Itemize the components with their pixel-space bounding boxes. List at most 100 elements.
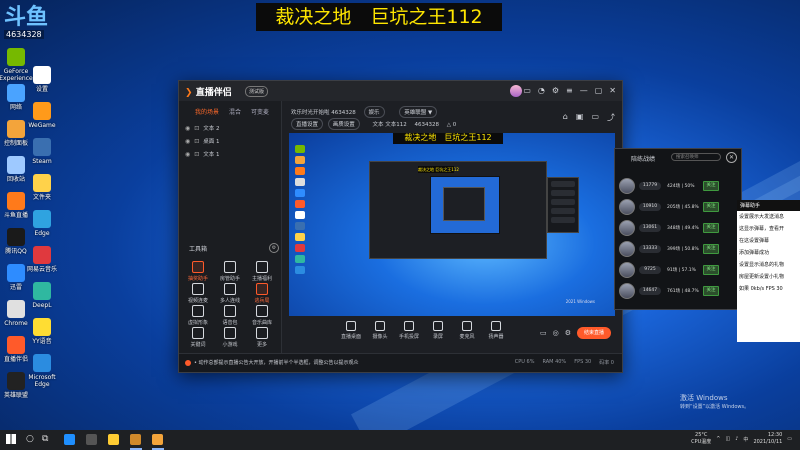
search-icon[interactable]: ○ <box>26 434 34 444</box>
follow-button[interactable]: 关注 <box>703 265 719 275</box>
user-avatar[interactable] <box>510 85 522 97</box>
tool-item[interactable]: 房管助手 <box>215 261 245 282</box>
tool-item[interactable]: 逃兵局 <box>247 283 277 304</box>
close-icon[interactable]: ✕ <box>726 152 737 163</box>
room-title[interactable]: 欢乐时光开始啦 4634328 <box>291 110 356 116</box>
tool-item[interactable]: 音乐曲库 <box>247 305 277 326</box>
rank-window[interactable]: 陪练战绩 搜索召唤师 ✕ 11779 424场 | 50% 关注 10910 205场 … <box>614 148 742 310</box>
tool-item[interactable]: 关键词 <box>183 327 213 348</box>
tool-item[interactable]: 虚拟形象 <box>183 305 213 326</box>
ime-icon[interactable]: 中 <box>743 436 748 443</box>
rank-row: 13333 399场 | 50.8% 关注 <box>619 240 737 258</box>
tool-icon <box>256 261 268 273</box>
tool-label: 视频连麦 <box>187 298 208 304</box>
rank-score: 14647 <box>639 287 661 295</box>
eye-icon[interactable]: ◉ <box>185 138 190 145</box>
quality-settings-button[interactable]: 画质设置 <box>327 118 360 130</box>
tool-item[interactable]: 小游戏 <box>215 327 245 348</box>
minimize-icon[interactable]: — <box>580 86 588 95</box>
screen-icon[interactable]: ▭ <box>591 112 599 123</box>
tab-1[interactable]: 混合 <box>229 107 241 116</box>
stream-preview[interactable]: 裁决之地 巨坑之王112 裁决之地 巨坑之王112 2021 Windows <box>289 133 615 316</box>
follow-button[interactable]: 关注 <box>703 244 719 254</box>
tool-item[interactable]: 语音包 <box>215 305 245 326</box>
tool-item[interactable]: 主播福利 <box>247 261 277 282</box>
source-button[interactable]: 录屏 <box>424 321 452 340</box>
rank-search-input[interactable]: 搜索召唤师 <box>671 153 721 161</box>
layout-icon[interactable]: ▭ <box>540 329 547 337</box>
network-icon[interactable]: ◫ <box>725 436 730 442</box>
desktop-icon[interactable]: Microsoft Edge <box>20 354 64 388</box>
category-select[interactable]: 英雄联盟 ▼ <box>399 106 438 118</box>
source-button[interactable]: 麦克风 <box>453 321 481 340</box>
message-icon[interactable]: ▭ <box>523 86 531 95</box>
follow-button[interactable]: 关注 <box>703 202 719 212</box>
room-tag[interactable]: 娱乐 <box>363 106 385 118</box>
weather-widget[interactable]: 25°C CPU温度 <box>691 432 711 446</box>
source-button[interactable]: 摄像头 <box>366 321 394 340</box>
desktop-icon[interactable]: 网易云音乐 <box>20 246 64 273</box>
windows-start-icon[interactable] <box>6 434 16 444</box>
volume-icon[interactable]: ♪ <box>735 436 738 442</box>
eye-icon[interactable]: ◎ <box>553 329 559 337</box>
desktop-icon[interactable]: YY语音 <box>20 318 64 345</box>
eye-icon[interactable]: ◉ <box>185 125 190 132</box>
taskbar-app-icon[interactable] <box>64 434 75 445</box>
bell-icon[interactable]: ◔ <box>538 86 545 95</box>
taskbar-app-icon[interactable] <box>86 434 97 445</box>
scene-item[interactable]: ◉ ⊡ 文本 1 <box>185 149 220 159</box>
tool-label: 逃兵局 <box>254 298 270 304</box>
source-button[interactable]: 手机投屏 <box>395 321 423 340</box>
lock-icon[interactable]: ⊡ <box>194 151 199 158</box>
maximize-icon[interactable]: ▢ <box>595 86 603 95</box>
live-companion-window[interactable]: ❯ 直播伴侣 测试版 ▭ ◔ ⚙ ≡ — ▢ ✕ 我的场景 混合 可变麦 ◉ ⊡ 文本 … <box>178 80 623 373</box>
tray-chevron-icon[interactable]: ^ <box>716 436 720 442</box>
notice-text[interactable]: • 动作总部提示直播公告大开放，开播前半个半选框，调整公告以提示观众 <box>185 359 359 366</box>
clock[interactable]: 12:30 2021/10/11 <box>753 432 782 446</box>
lock-icon[interactable]: ⊡ <box>194 138 199 145</box>
gift-icon[interactable]: ▣ <box>576 112 584 123</box>
desktop-icon[interactable]: 文件夹 <box>20 174 64 201</box>
source-button[interactable]: 扬声器 <box>482 321 510 340</box>
chat-window[interactable]: 弹幕助手 设置展示大发送消息 这显示弹幕，查看开 在这设置弹幕 添加弹幕成功 设置显示消… <box>737 200 800 342</box>
tab-0[interactable]: 我的场景 <box>195 107 219 116</box>
toolbox-settings-icon[interactable]: ⚙ <box>269 243 279 253</box>
follow-button[interactable]: 关注 <box>703 286 719 296</box>
desktop-icon[interactable]: 设置 <box>20 66 64 93</box>
tool-label: 房管助手 <box>219 276 240 282</box>
taskbar-app-icon[interactable] <box>152 434 163 445</box>
preview-nested-window: 裁决之地 巨坑之王112 <box>369 161 547 259</box>
task-view-icon[interactable]: ⧉ <box>42 434 48 444</box>
menu-icon[interactable]: ≡ <box>566 86 573 95</box>
share-icon[interactable]: ⤴ <box>607 112 615 123</box>
eye-icon[interactable]: ◉ <box>185 151 190 158</box>
lock-icon[interactable]: ⊡ <box>194 125 199 132</box>
settings-icon[interactable]: ⚙ <box>552 86 559 95</box>
taskbar-app-icon[interactable] <box>130 434 141 445</box>
live-settings-button[interactable]: 直播设置 <box>291 118 324 130</box>
tool-item[interactable]: 更多 <box>247 327 277 348</box>
titlebar[interactable]: ❯ 直播伴侣 测试版 ▭ ◔ ⚙ ≡ — ▢ ✕ <box>179 81 622 101</box>
desktop-icon[interactable]: WeGame <box>20 102 64 129</box>
shop-icon[interactable]: ⌂ <box>563 112 568 123</box>
follow-button[interactable]: 关注 <box>703 181 719 191</box>
tool-item[interactable]: 视频连麦 <box>183 283 213 304</box>
taskbar: ○ ⧉ 25°C CPU温度 ^ ◫ ♪ 中 12:30 2021/10/11 … <box>0 430 800 450</box>
desktop-icon[interactable]: Steam <box>20 138 64 165</box>
gear-icon[interactable]: ⚙ <box>565 329 571 337</box>
desktop-icon[interactable]: DeepL <box>20 282 64 309</box>
desktop-icon[interactable]: Edge <box>20 210 64 237</box>
scene-item[interactable]: ◉ ⊡ 文本 2 <box>185 123 220 133</box>
tool-item[interactable]: 多人连线 <box>215 283 245 304</box>
taskbar-app-icon[interactable] <box>108 434 119 445</box>
follow-button[interactable]: 关注 <box>703 223 719 233</box>
close-icon[interactable]: ✕ <box>609 86 616 95</box>
tool-item[interactable]: 抽奖助手 <box>183 261 213 282</box>
source-button[interactable]: 直播桌面 <box>337 321 365 340</box>
rank-score: 9725 <box>639 266 661 274</box>
end-live-button[interactable]: 结束直播 <box>577 327 611 339</box>
scene-item[interactable]: ◉ ⊡ 桌面 1 <box>185 136 220 146</box>
notification-icon[interactable]: ▭ <box>787 436 792 442</box>
source-icon <box>375 321 385 331</box>
tab-2[interactable]: 可变麦 <box>251 107 269 116</box>
